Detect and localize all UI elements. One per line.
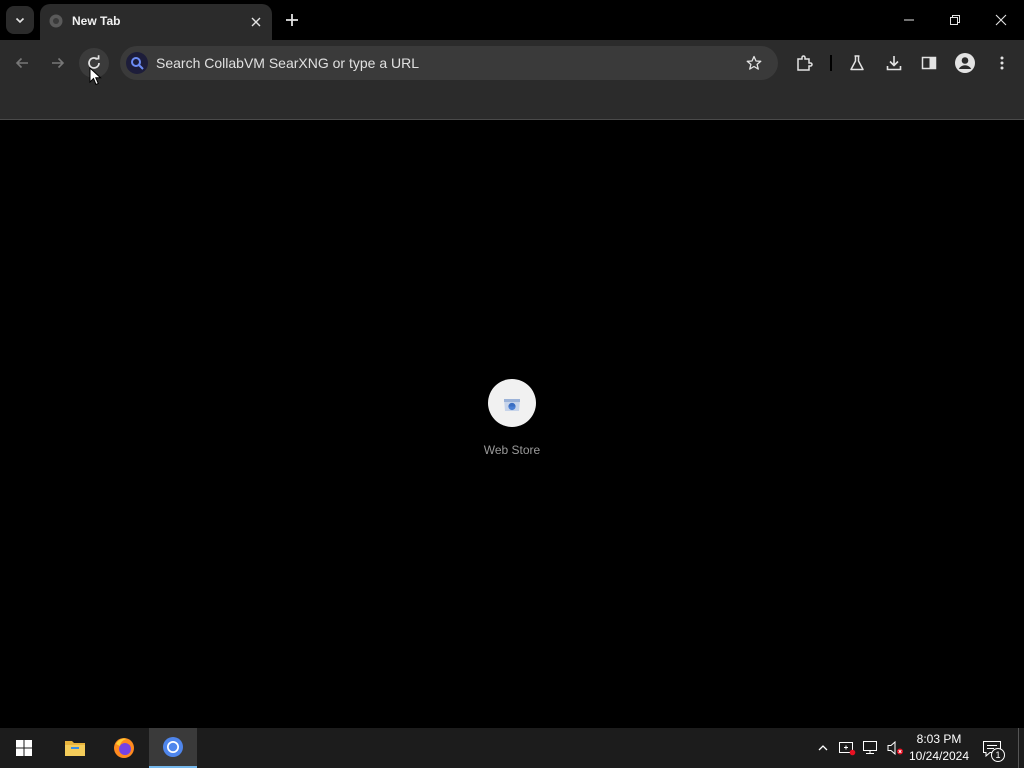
plus-icon bbox=[286, 14, 298, 26]
show-desktop-button[interactable] bbox=[1018, 728, 1024, 768]
close-icon bbox=[251, 17, 261, 27]
bookmarks-bar bbox=[0, 86, 1024, 120]
taskbar: 8:03 PM 10/24/2024 1 bbox=[0, 728, 1024, 768]
file-explorer-icon bbox=[65, 741, 85, 756]
side-panel-icon bbox=[921, 56, 937, 70]
new-tab-button[interactable] bbox=[280, 8, 304, 32]
web-store-icon bbox=[504, 399, 520, 411]
tab-strip: New Tab bbox=[0, 0, 1024, 40]
menu-button[interactable] bbox=[987, 48, 1017, 78]
chevron-up-icon bbox=[818, 745, 828, 751]
search-icon bbox=[131, 57, 144, 70]
system-clock[interactable]: 8:03 PM 10/24/2024 bbox=[906, 731, 972, 765]
taskbar-firefox[interactable] bbox=[100, 728, 148, 768]
shortcut-tile[interactable] bbox=[488, 379, 536, 427]
tray-volume[interactable] bbox=[885, 738, 905, 758]
restore-button[interactable] bbox=[932, 0, 978, 40]
extensions-icon bbox=[797, 55, 813, 71]
arrow-right-icon bbox=[52, 57, 65, 69]
labs-button[interactable] bbox=[842, 48, 872, 78]
tray-overflow-button[interactable] bbox=[813, 738, 833, 758]
reload-button[interactable] bbox=[79, 48, 109, 78]
tray-power[interactable] bbox=[837, 738, 857, 758]
minimize-button[interactable] bbox=[886, 0, 932, 40]
shortcut-label: Web Store bbox=[483, 443, 541, 457]
network-icon bbox=[863, 741, 877, 754]
restore-icon bbox=[950, 15, 960, 25]
reload-icon bbox=[88, 55, 100, 69]
shortcut-web-store[interactable]: Web Store bbox=[472, 379, 552, 469]
downloads-button[interactable] bbox=[879, 48, 909, 78]
window-close-button[interactable] bbox=[978, 0, 1024, 40]
tab-close-button[interactable] bbox=[246, 12, 266, 32]
chevron-down-icon bbox=[15, 17, 25, 24]
back-button[interactable] bbox=[7, 48, 37, 78]
browser-toolbar bbox=[0, 40, 1024, 86]
chrome-icon bbox=[163, 737, 183, 757]
new-tab-page: Web Store bbox=[0, 121, 1024, 728]
profile-button[interactable] bbox=[950, 48, 980, 78]
clock-date: 10/24/2024 bbox=[908, 749, 970, 763]
notification-badge: 1 bbox=[991, 748, 1005, 762]
profile-icon bbox=[955, 53, 975, 73]
arrow-left-icon bbox=[15, 57, 28, 69]
close-icon bbox=[995, 14, 1007, 26]
clock-time: 8:03 PM bbox=[916, 732, 962, 746]
power-plug-icon bbox=[839, 742, 856, 756]
extensions-button[interactable] bbox=[789, 48, 819, 78]
labs-icon bbox=[850, 55, 864, 71]
tab-title: New Tab bbox=[72, 14, 121, 28]
address-input[interactable] bbox=[156, 46, 736, 80]
menu-icon bbox=[1000, 56, 1004, 70]
omnibox[interactable] bbox=[120, 46, 778, 80]
firefox-icon bbox=[114, 738, 134, 758]
taskbar-file-explorer[interactable] bbox=[51, 728, 99, 768]
volume-muted-icon bbox=[887, 740, 903, 756]
tab-new-tab[interactable]: New Tab bbox=[40, 4, 272, 40]
windows-start-icon bbox=[16, 740, 32, 756]
start-button[interactable] bbox=[0, 728, 48, 768]
bookmark-star-button[interactable] bbox=[742, 51, 766, 75]
globe-icon bbox=[49, 14, 63, 28]
download-icon bbox=[886, 56, 902, 71]
tray-network[interactable] bbox=[861, 738, 881, 758]
search-engine-icon bbox=[126, 52, 148, 74]
tab-search-button[interactable] bbox=[6, 6, 34, 34]
minimize-icon bbox=[904, 19, 914, 21]
forward-button[interactable] bbox=[43, 48, 73, 78]
star-icon bbox=[746, 55, 762, 70]
taskbar-chrome[interactable] bbox=[149, 728, 197, 768]
side-panel-button[interactable] bbox=[914, 48, 944, 78]
toolbar-separator bbox=[830, 55, 832, 71]
